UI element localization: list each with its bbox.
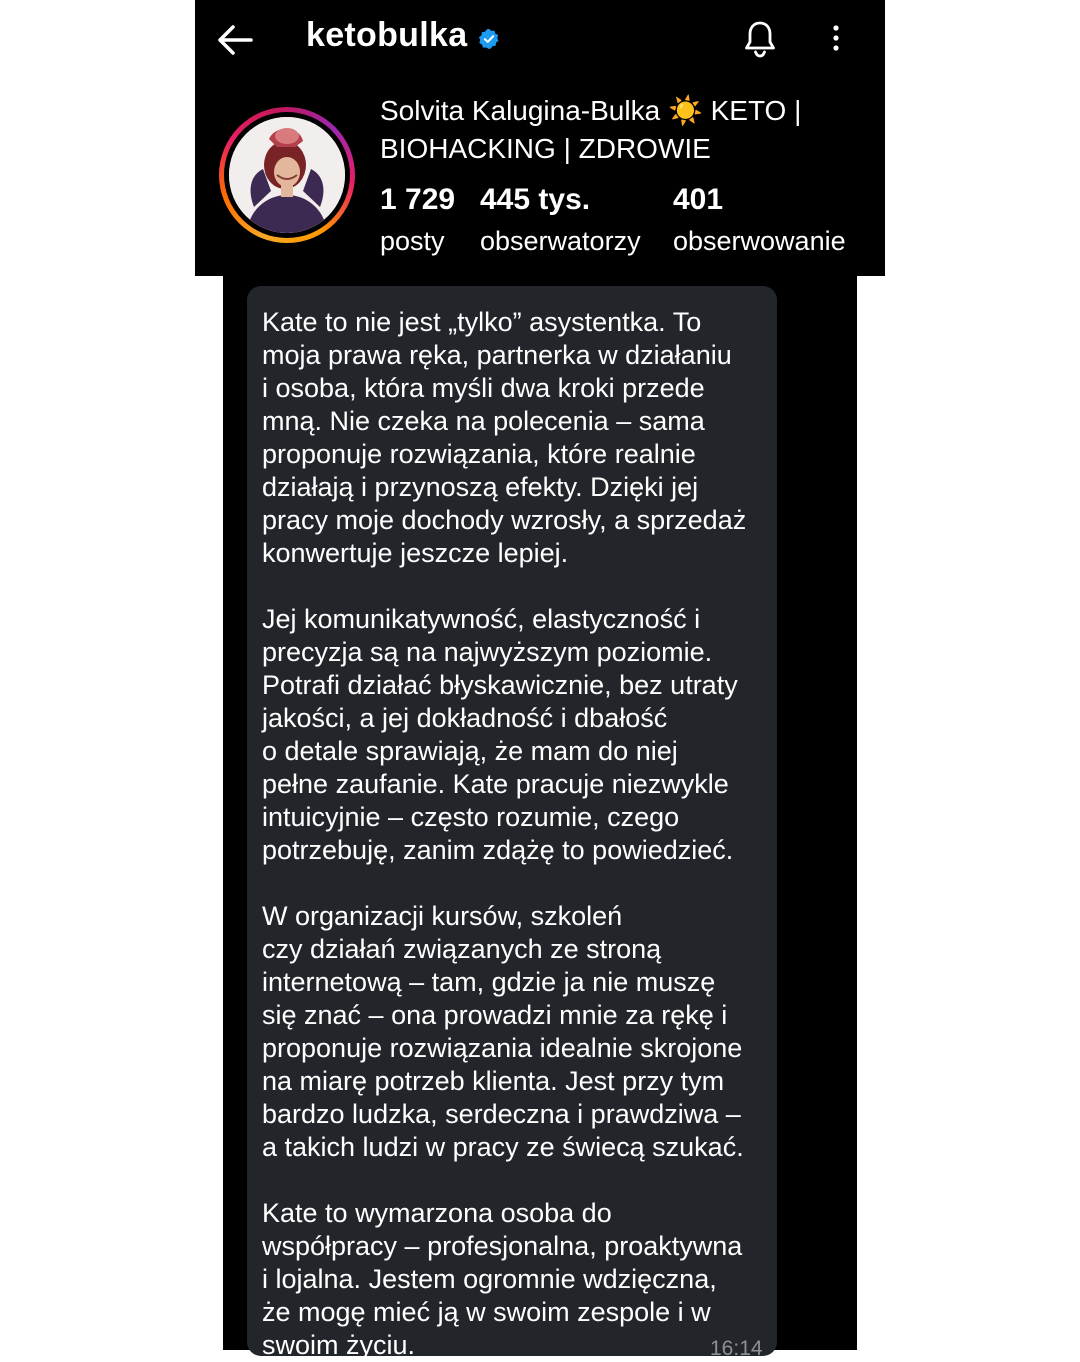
- stat-followers[interactable]: 445 tys. obserwatorzy: [480, 180, 641, 260]
- message-timestamp: 16:14: [710, 1337, 763, 1360]
- verified-badge-icon: [478, 28, 499, 49]
- message-bubble[interactable]: Kate to nie jest „tylko” asystentka. To …: [247, 286, 777, 1360]
- stat-posts-value: 1 729: [380, 183, 456, 216]
- stat-followers-label: obserwatorzy: [480, 226, 641, 256]
- avatar-story-ring[interactable]: [219, 107, 355, 243]
- more-vertical-icon[interactable]: [825, 24, 847, 54]
- stat-following-value: 401: [673, 183, 724, 216]
- avatar: [229, 117, 345, 233]
- stat-following-label: obserwowanie: [673, 226, 846, 256]
- profile-display-name: Solvita Kalugina-Bulka ☀️ KETO | BIOHACK…: [380, 95, 802, 164]
- back-arrow-icon[interactable]: [215, 22, 255, 58]
- avatar-photo: [229, 117, 345, 233]
- message-text: Kate to nie jest „tylko” asystentka. To …: [262, 307, 747, 1360]
- bell-icon[interactable]: [743, 20, 777, 58]
- username[interactable]: ketobulka: [306, 16, 467, 55]
- stat-posts-label: posty: [380, 226, 445, 256]
- stat-posts[interactable]: 1 729 posty: [380, 180, 455, 260]
- profile-header: ketobulka Solvita Kalugina-Bulka ☀️ KETO…: [195, 0, 885, 276]
- stat-followers-value: 445 tys.: [480, 183, 591, 216]
- chat-area: Kate to nie jest „tylko” asystentka. To …: [223, 276, 857, 1360]
- stat-following[interactable]: 401 obserwowanie: [673, 180, 846, 260]
